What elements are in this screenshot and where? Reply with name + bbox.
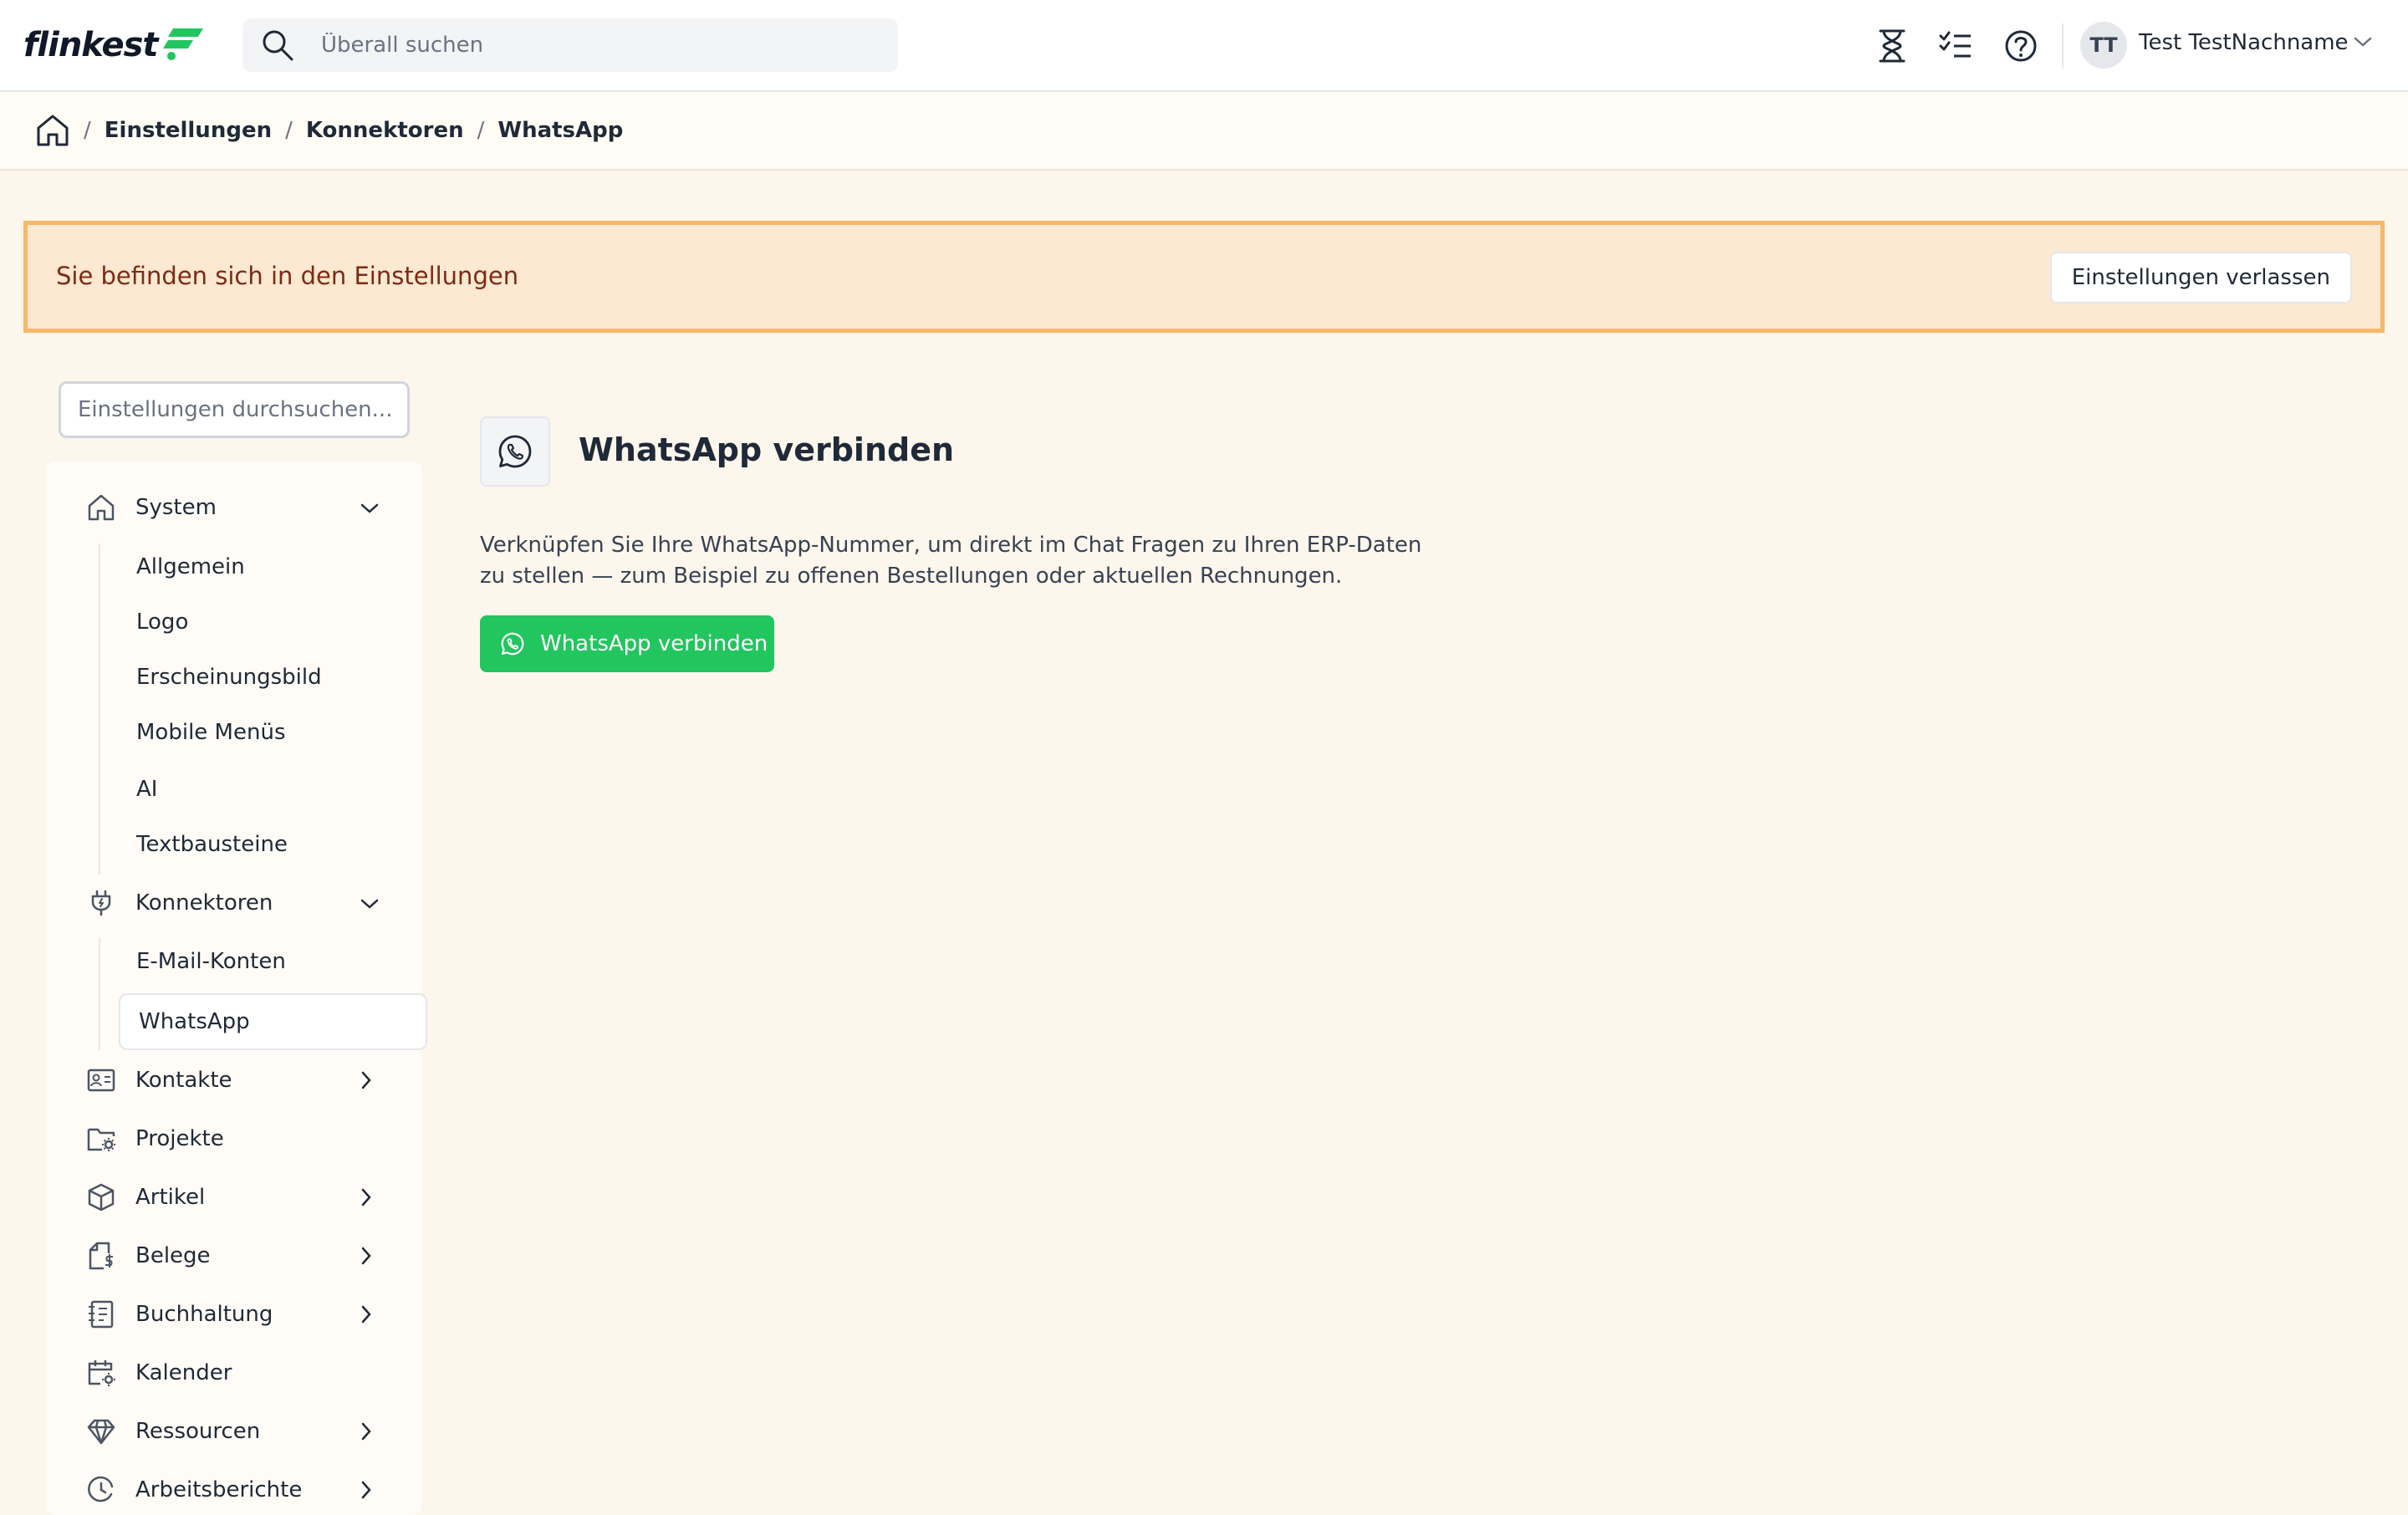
sidebar-item-ressourcen[interactable]: Ressourcen — [87, 1417, 260, 1446]
divider — [2062, 23, 2064, 69]
logo-mark-icon — [162, 28, 203, 60]
sidebar-item-label: Belege — [135, 1243, 211, 1268]
breadcrumb-separator: / — [477, 118, 485, 143]
breadcrumb-konnektoren[interactable]: Konnektoren — [306, 118, 464, 143]
settings-search-input[interactable] — [59, 381, 410, 438]
logo-text: flinkest — [23, 26, 159, 64]
chevron-right-icon[interactable] — [360, 1246, 373, 1266]
sidebar-item-label: System — [135, 495, 217, 520]
diamond-icon — [87, 1417, 115, 1446]
chevron-down-icon[interactable] — [360, 502, 380, 515]
tree-line — [99, 543, 100, 875]
sidebar-item-erscheinungsbild[interactable]: Erscheinungsbild — [136, 665, 322, 690]
sidebar-item-kalender[interactable]: Kalender — [87, 1359, 232, 1387]
breadcrumb-einstellungen[interactable]: Einstellungen — [105, 118, 272, 143]
sidebar-item-label: Ressourcen — [135, 1419, 261, 1444]
box-icon — [87, 1183, 115, 1211]
tasks-icon[interactable] — [1935, 25, 1977, 67]
sidebar-item-label: Konnektoren — [135, 890, 273, 916]
sidebar-item-belege[interactable]: Belege — [87, 1242, 211, 1270]
search-icon — [261, 28, 294, 62]
sidebar-item-projekte[interactable]: Projekte — [87, 1125, 224, 1153]
page-description: Verknüpfen Sie Ihre WhatsApp-Nummer, um … — [480, 533, 1422, 589]
calendar-settings-icon — [87, 1359, 115, 1387]
sidebar-item-ai[interactable]: AI — [136, 777, 157, 802]
sidebar-item-arbeitsberichte[interactable]: Arbeitsberichte — [87, 1476, 302, 1504]
sidebar-item-label: Kalender — [135, 1360, 232, 1385]
whatsapp-connect-button[interactable]: WhatsApp verbinden — [480, 615, 774, 672]
global-search-input[interactable] — [319, 32, 858, 59]
folder-settings-icon — [87, 1125, 115, 1153]
home-icon — [87, 493, 115, 522]
ledger-icon — [87, 1300, 115, 1329]
page-title: WhatsApp verbinden — [579, 431, 955, 468]
breadcrumb-whatsapp: WhatsApp — [497, 118, 624, 143]
sidebar-item-label: Arbeitsberichte — [135, 1477, 303, 1502]
chevron-down-icon[interactable] — [360, 897, 380, 911]
avatar[interactable]: TT — [2080, 22, 2127, 69]
contact-card-icon — [87, 1066, 115, 1094]
sidebar-item-whatsapp[interactable]: WhatsApp — [119, 993, 427, 1050]
settings-sidebar — [47, 462, 421, 1515]
banner-text: Sie befinden sich in den Einstellungen — [56, 262, 519, 290]
document-dollar-icon — [87, 1242, 115, 1270]
sidebar-item-email-konten[interactable]: E-Mail-Konten — [136, 949, 286, 974]
button-label: WhatsApp verbinden — [540, 631, 768, 656]
sidebar-item-logo[interactable]: Logo — [136, 610, 188, 635]
home-icon[interactable] — [35, 113, 70, 148]
chevron-right-icon[interactable] — [360, 1421, 373, 1441]
logo[interactable]: flinkest — [23, 22, 205, 69]
chevron-right-icon[interactable] — [360, 1304, 373, 1324]
clock-icon — [87, 1476, 115, 1504]
leave-settings-button[interactable]: Einstellungen verlassen — [2049, 252, 2352, 304]
sidebar-item-label: Projekte — [135, 1126, 224, 1151]
breadcrumb: / Einstellungen / Konnektoren / WhatsApp — [0, 92, 2408, 171]
user-name[interactable]: Test TestNachname — [2139, 30, 2349, 55]
sidebar-item-label: Artikel — [135, 1185, 206, 1210]
tree-line — [99, 938, 100, 1050]
plug-icon — [87, 889, 115, 917]
sidebar-item-kontakte[interactable]: Kontakte — [87, 1066, 232, 1094]
chevron-right-icon[interactable] — [360, 1187, 373, 1207]
sidebar-item-artikel[interactable]: Artikel — [87, 1183, 205, 1211]
help-icon[interactable] — [2000, 25, 2042, 67]
chevron-down-icon[interactable] — [2353, 35, 2373, 48]
whatsapp-icon — [500, 631, 525, 656]
sidebar-item-mobile-menues[interactable]: Mobile Menüs — [136, 720, 285, 745]
sidebar-item-allgemein[interactable]: Allgemein — [136, 554, 245, 579]
breadcrumb-separator: / — [84, 118, 91, 143]
whatsapp-icon — [480, 416, 550, 487]
sidebar-item-buchhaltung[interactable]: Buchhaltung — [87, 1300, 273, 1329]
chevron-right-icon[interactable] — [360, 1070, 373, 1090]
breadcrumb-separator: / — [285, 118, 293, 143]
sidebar-item-label: Kontakte — [135, 1068, 232, 1093]
chevron-right-icon[interactable] — [360, 1480, 373, 1500]
global-search[interactable] — [242, 18, 898, 72]
sidebar-item-system[interactable]: System — [87, 493, 217, 522]
settings-banner: Sie befinden sich in den Einstellungen E… — [23, 221, 2385, 333]
top-bar: flinkest TT Test TestNachname — [0, 0, 2408, 92]
hourglass-icon[interactable] — [1871, 25, 1913, 67]
sidebar-item-textbausteine[interactable]: Textbausteine — [136, 832, 288, 857]
sidebar-item-label: Buchhaltung — [135, 1302, 273, 1327]
sidebar-item-konnektoren[interactable]: Konnektoren — [87, 889, 273, 917]
